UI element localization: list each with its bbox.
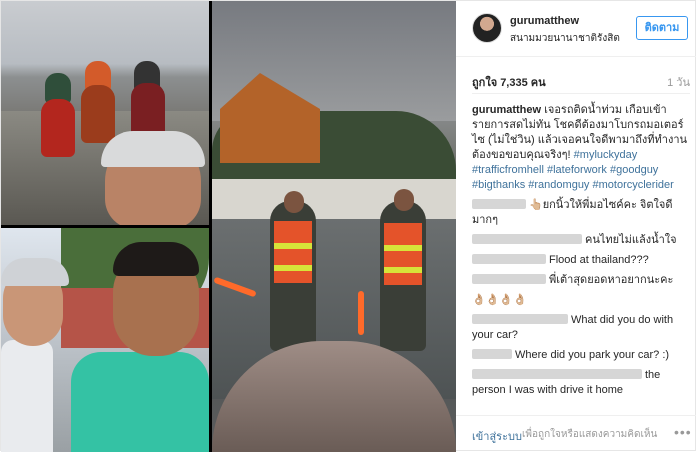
hashtag-link[interactable]: #randomguy xyxy=(528,179,589,191)
post-photo-collage[interactable] xyxy=(1,1,456,452)
person-left-body xyxy=(1,340,53,452)
officer-head xyxy=(394,189,414,211)
comment-text: 👌🏼👌🏼👌🏼👌🏼 xyxy=(472,294,527,306)
hashtag-link[interactable]: #bigthanks xyxy=(472,179,525,191)
reflective-stripe xyxy=(384,267,422,273)
reflective-stripe xyxy=(274,265,312,271)
post-sidebar: gurumatthew สนามมวยนานาชาติรังสิต ติดตาม… xyxy=(456,1,696,452)
hashtag-link[interactable]: #goodguy xyxy=(610,164,658,176)
safety-vest xyxy=(274,221,312,283)
comment: 👆🏼ยกนิ้วให้พี่มอไซค์คะ จิตใจดีมากๆ xyxy=(472,198,694,228)
photo-selfie-with-rider xyxy=(1,228,209,452)
blurred-username xyxy=(472,254,546,264)
motorcycle xyxy=(41,99,75,157)
officer-head xyxy=(284,191,304,213)
photo-flooded-street xyxy=(1,1,209,225)
blurred-username xyxy=(472,349,512,359)
avatar[interactable] xyxy=(472,13,502,43)
cap xyxy=(101,131,205,167)
blurred-username xyxy=(472,234,582,244)
comment-text: Flood at thailand??? xyxy=(549,254,649,266)
post-header: gurumatthew สนามมวยนานาชาติรังสิต ติดตาม xyxy=(456,1,696,57)
person-right-hair xyxy=(113,242,199,276)
comment: พี่เต้าสุดยอดหาอยากนะคะ xyxy=(472,273,694,288)
comment: คนไทยไม่แล้งน้ำใจ xyxy=(472,233,694,248)
reflective-stripe xyxy=(274,243,312,249)
motorcycle xyxy=(81,85,115,143)
hashtag-link[interactable]: #lateforwork xyxy=(547,164,607,176)
likes-count[interactable]: ถูกใจ 7,335 คน xyxy=(472,77,546,89)
blurred-username xyxy=(472,369,642,379)
post-time[interactable]: 1 วัน xyxy=(667,73,690,91)
comments-list: gurumatthew เจอรถติดน้ำท่วม เกือบเข้าราย… xyxy=(472,103,694,403)
divider xyxy=(472,93,690,94)
person-left-cap xyxy=(1,258,69,286)
post-footer: เข้าสู่ระบบ เพื่อถูกใจหรือแสดงความคิดเห็… xyxy=(456,415,696,452)
hashtag-link[interactable]: #trafficfromhell xyxy=(472,164,544,176)
person-right-shirt xyxy=(71,352,209,452)
login-hint: เพื่อถูกใจหรือแสดงความคิดเห็น xyxy=(522,429,658,440)
follow-button[interactable]: ติดตาม xyxy=(636,16,688,40)
caption-username[interactable]: gurumatthew xyxy=(472,104,541,116)
hashtag-link[interactable]: #motorcyclerider xyxy=(593,179,674,191)
blurred-username xyxy=(472,274,546,284)
blurred-username xyxy=(472,199,526,209)
traffic-baton xyxy=(358,291,364,335)
comment-text: คนไทยไม่แล้งน้ำใจ xyxy=(585,234,677,246)
more-horizontal-icon[interactable]: ••• xyxy=(674,424,692,440)
photo-traffic-officers xyxy=(212,1,456,452)
login-link[interactable]: เข้าสู่ระบบ xyxy=(472,427,522,445)
caption: gurumatthew เจอรถติดน้ำท่วม เกือบเข้าราย… xyxy=(472,103,694,193)
likes-row: ถูกใจ 7,335 คน 1 วัน xyxy=(472,73,690,91)
safety-vest xyxy=(384,223,422,285)
comment: Flood at thailand??? xyxy=(472,253,694,268)
comment: the person I was with drive it home xyxy=(472,368,694,398)
instagram-post: gurumatthew สนามมวยนานาชาติรังสิต ติดตาม… xyxy=(0,0,696,452)
comment-text: พี่เต้าสุดยอดหาอยากนะคะ xyxy=(549,274,674,286)
username-link[interactable]: gurumatthew xyxy=(510,15,579,27)
blurred-username xyxy=(472,314,568,324)
comment: 👌🏼👌🏼👌🏼👌🏼 xyxy=(472,293,694,308)
location-link[interactable]: สนามมวยนานาชาติรังสิต xyxy=(510,31,620,46)
hashtag-link[interactable]: #myluckyday xyxy=(574,149,638,161)
comment: What did you do with your car? xyxy=(472,313,694,343)
reflective-stripe xyxy=(384,245,422,251)
comment: Where did you park your car? :) xyxy=(472,348,694,363)
comment-text: Where did you park your car? :) xyxy=(515,349,670,361)
